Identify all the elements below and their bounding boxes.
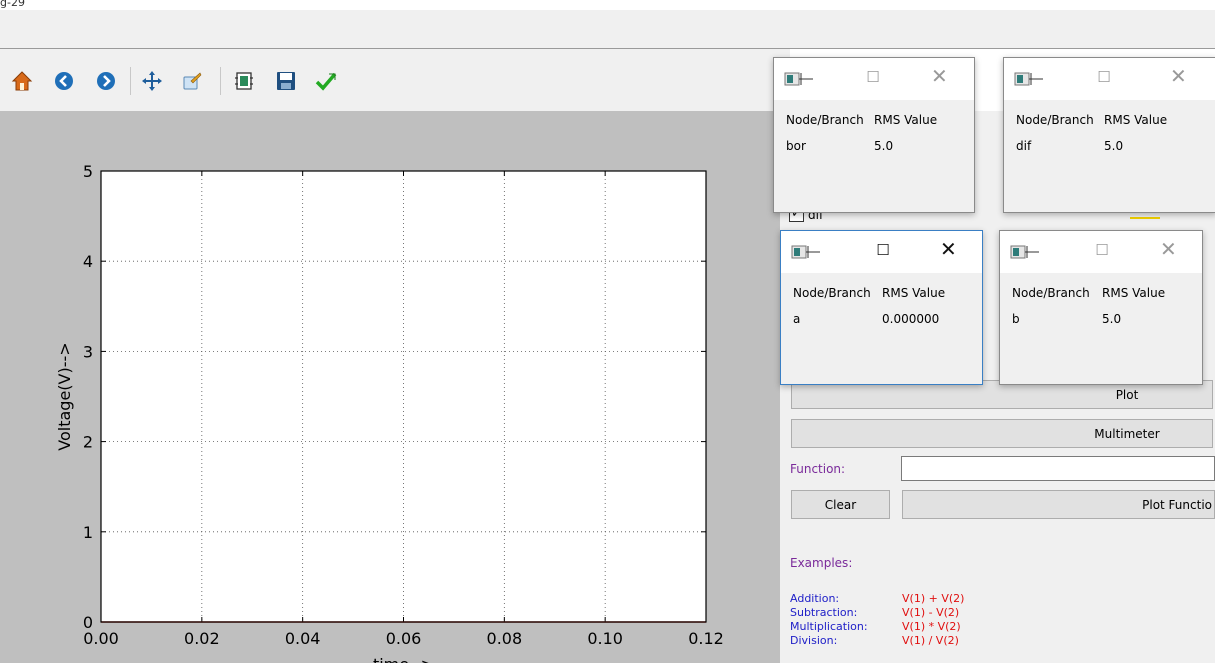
window-app-icon xyxy=(791,245,820,259)
maximize-icon[interactable]: ☐ xyxy=(876,243,890,258)
dialog-titlebar[interactable]: ☐ ✕ xyxy=(1000,231,1202,273)
dialog-titlebar[interactable]: ☐ ✕ xyxy=(781,231,982,273)
example-expr: V(1) - V(2) xyxy=(902,606,960,619)
clear-button-label: Clear xyxy=(824,497,857,512)
home-icon[interactable] xyxy=(10,69,34,93)
series-color-swatch xyxy=(1130,217,1160,219)
y-tick-label: 2 xyxy=(83,433,93,452)
rms-value: 0.000000 xyxy=(882,312,940,326)
maximize-icon[interactable]: ☐ xyxy=(1095,243,1109,258)
plot-button-label: Plot xyxy=(1115,387,1139,402)
y-tick-label: 3 xyxy=(83,342,93,361)
example-name: Addition: xyxy=(790,592,840,605)
y-tick-label: 5 xyxy=(83,162,93,181)
node-name: bor xyxy=(786,139,806,153)
example-name: Multiplication: xyxy=(790,620,868,633)
function-label: Function: xyxy=(790,462,846,476)
rms-value-header: RMS Value xyxy=(882,286,946,300)
y-tick-label: 4 xyxy=(83,252,93,271)
example-name: Subtraction: xyxy=(790,606,858,619)
rms-value: 5.0 xyxy=(1104,139,1124,153)
close-icon[interactable]: ✕ xyxy=(931,66,948,86)
y-tick-label: 0 xyxy=(83,613,93,632)
close-icon[interactable]: ✕ xyxy=(1170,66,1187,86)
examples-label: Examples: xyxy=(790,556,853,570)
plot-toolbar xyxy=(0,49,790,111)
function-input[interactable] xyxy=(901,456,1215,481)
rms-dialog-bor: ☐ ✕ Node/Branch RMS Value bor 5.0 xyxy=(773,57,975,213)
toolbar-separator xyxy=(130,67,131,95)
window-title: g-29 xyxy=(0,0,25,9)
rms-dialog-a: ☐ ✕ Node/Branch RMS Value a 0.000000 xyxy=(780,230,983,385)
example-name: Division: xyxy=(790,634,838,647)
window-app-icon xyxy=(1014,72,1043,86)
back-icon[interactable] xyxy=(52,69,76,93)
rms-dialog-dif: ☐ ✕ Node/Branch RMS Value dif 5.0 xyxy=(1003,57,1215,213)
example-expr: V(1) + V(2) xyxy=(902,592,965,605)
clear-button[interactable]: Clear xyxy=(791,490,890,519)
zoom-icon[interactable] xyxy=(180,69,204,93)
rms-value: 5.0 xyxy=(874,139,894,153)
multimeter-button[interactable]: Multimeter xyxy=(791,419,1213,448)
dialog-titlebar[interactable]: ☐ ✕ xyxy=(774,58,974,100)
x-tick-label: 0.04 xyxy=(285,629,321,648)
rms-value-header: RMS Value xyxy=(874,113,938,127)
plot-canvas: 0.000.020.040.060.080.100.12012345time--… xyxy=(0,111,790,663)
forward-icon[interactable] xyxy=(94,69,118,93)
x-tick-label: 0.02 xyxy=(184,629,220,648)
toolbar-separator xyxy=(220,67,221,95)
x-tick-label: 0.12 xyxy=(688,629,724,648)
node-name: dif xyxy=(1016,139,1032,153)
example-expr: V(1) / V(2) xyxy=(902,634,959,647)
node-branch-header: Node/Branch xyxy=(793,286,871,300)
save-icon[interactable] xyxy=(274,69,298,93)
maximize-icon[interactable]: ☐ xyxy=(866,70,880,85)
rms-value: 5.0 xyxy=(1102,312,1122,326)
pan-icon[interactable] xyxy=(140,69,164,93)
node-name: a xyxy=(793,312,801,326)
menu-bar xyxy=(0,10,1215,49)
node-branch-header: Node/Branch xyxy=(1012,286,1090,300)
voltage-chart: 0.000.020.040.060.080.100.12012345time--… xyxy=(55,162,724,663)
window-title-strip: g-29 xyxy=(0,0,1215,10)
node-name: b xyxy=(1012,312,1020,326)
y-tick-label: 1 xyxy=(83,523,93,542)
x-axis-label: time--> xyxy=(373,655,434,663)
axes-background xyxy=(101,171,706,622)
dialog-titlebar[interactable]: ☐ ✕ xyxy=(1004,58,1215,100)
edit-curves-icon[interactable] xyxy=(314,69,338,93)
plot-function-button[interactable]: Plot Functio xyxy=(902,490,1215,519)
close-icon[interactable]: ✕ xyxy=(940,239,957,259)
y-axis-label: Voltage(V)--> xyxy=(55,342,74,450)
subplots-icon[interactable] xyxy=(232,69,256,93)
node-branch-header: Node/Branch xyxy=(1016,113,1094,127)
x-tick-label: 0.06 xyxy=(386,629,422,648)
node-branch-header: Node/Branch xyxy=(786,113,864,127)
maximize-icon[interactable]: ☐ xyxy=(1097,70,1111,85)
rms-value-header: RMS Value xyxy=(1102,286,1166,300)
window-app-icon xyxy=(784,72,813,86)
plot-function-button-label: Plot Functio xyxy=(1142,497,1212,512)
close-icon[interactable]: ✕ xyxy=(1160,239,1177,259)
example-expr: V(1) * V(2) xyxy=(902,620,961,633)
rms-dialog-b: ☐ ✕ Node/Branch RMS Value b 5.0 xyxy=(999,230,1203,385)
window-app-icon xyxy=(1010,245,1039,259)
rms-value-header: RMS Value xyxy=(1104,113,1168,127)
x-tick-label: 0.08 xyxy=(487,629,523,648)
multimeter-button-label: Multimeter xyxy=(1094,426,1160,441)
x-tick-label: 0.10 xyxy=(587,629,623,648)
